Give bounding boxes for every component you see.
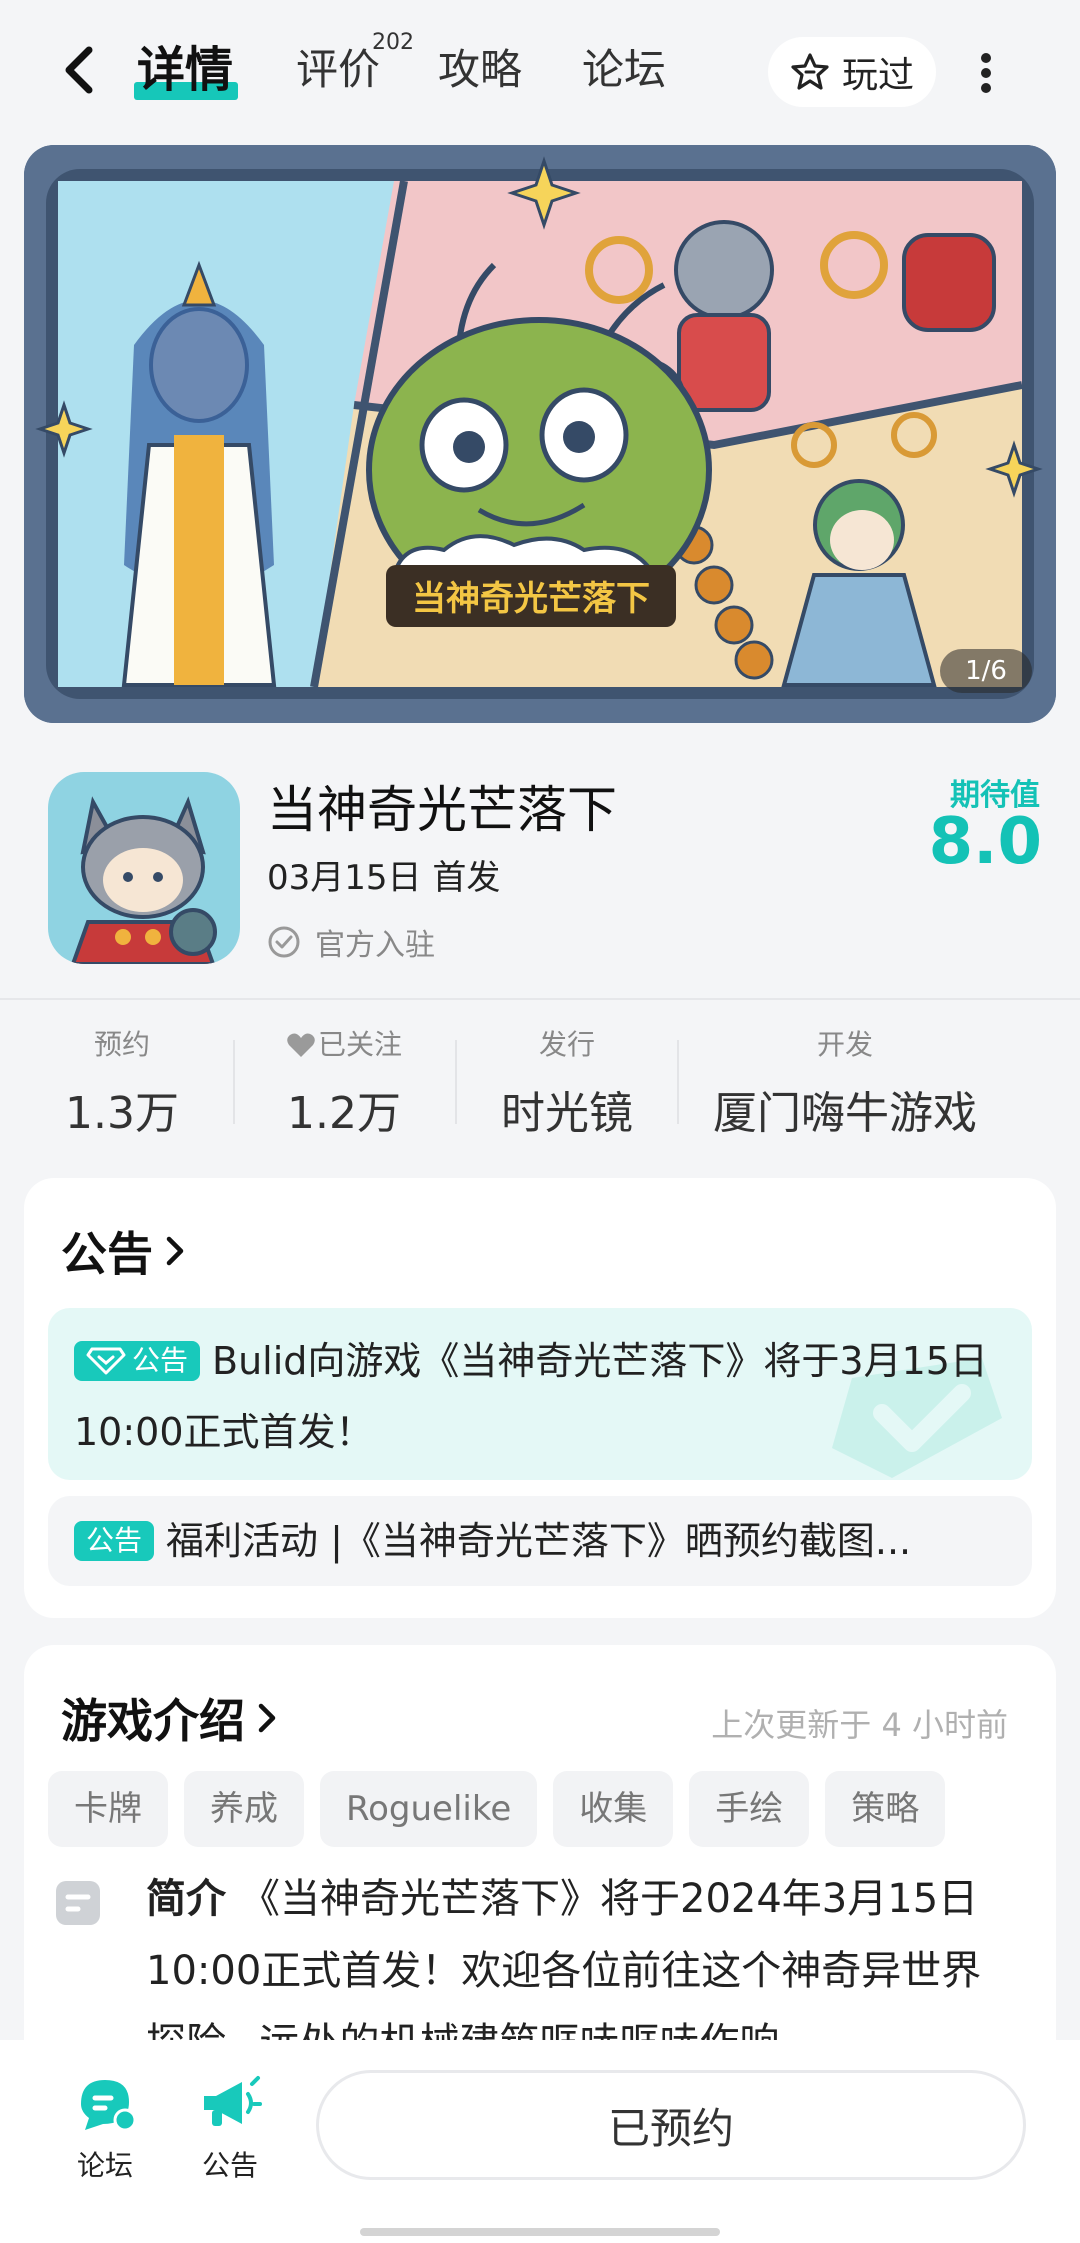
release-date: 03月15日 首发 bbox=[267, 858, 501, 898]
chevron-left-icon bbox=[65, 46, 93, 94]
game-intro-title: 游戏介绍 bbox=[61, 1694, 245, 1748]
game-icon-artwork bbox=[48, 772, 240, 964]
check-circle-icon bbox=[268, 926, 300, 958]
stat-label: 预约 bbox=[93, 1028, 150, 1061]
announcement-badge: 公告 bbox=[74, 1521, 155, 1561]
played-label: 玩过 bbox=[841, 55, 914, 96]
stat-value: 1.2万 bbox=[287, 1088, 401, 1139]
stat-separator bbox=[455, 1040, 457, 1124]
game-icon bbox=[48, 772, 240, 964]
stat-label: 发行 bbox=[538, 1028, 595, 1061]
diamond-check-icon bbox=[86, 1347, 126, 1375]
bottom-notice-button[interactable]: 公告 bbox=[180, 2074, 280, 2184]
stat-followers[interactable]: 已关注 1.2万 bbox=[270, 1025, 418, 1141]
stat-separator bbox=[233, 1040, 235, 1124]
bottom-forum-button[interactable]: 论坛 bbox=[55, 2074, 155, 2184]
banner-logo-text: 当神奇光芒落下 bbox=[412, 579, 650, 619]
played-button[interactable]: 玩过 bbox=[768, 37, 936, 107]
expectation-score: 8.0 bbox=[928, 805, 1042, 879]
home-indicator bbox=[360, 2228, 720, 2236]
stat-publisher[interactable]: 发行 时光镜 bbox=[487, 1025, 647, 1141]
announcement-item-featured[interactable]: 公告 Bulid向游戏《当神奇光芒落下》将于3月15日10:00正式首发！ bbox=[48, 1308, 1032, 1480]
bottom-action-bar: 论坛 公告 已预约 bbox=[0, 2040, 1080, 2243]
more-options-button[interactable] bbox=[972, 48, 1000, 98]
back-button[interactable] bbox=[55, 40, 105, 100]
top-navigation: 详情 评价 202 攻略 论坛 玩过 bbox=[0, 0, 1080, 140]
official-label: 官方入驻 bbox=[315, 928, 435, 963]
description-label: 简介 bbox=[146, 1876, 226, 1922]
stat-developer[interactable]: 开发 厦门嗨牛游戏 bbox=[695, 1025, 995, 1141]
game-intro-header[interactable]: 游戏介绍 bbox=[61, 1685, 279, 1751]
tab-guides[interactable]: 攻略 bbox=[438, 38, 522, 102]
reviews-count-badge: 202 bbox=[372, 30, 414, 55]
stat-reservations: 预约 1.3万 bbox=[50, 1025, 194, 1141]
stat-value: 时光镜 bbox=[501, 1088, 633, 1139]
tab-forum[interactable]: 论坛 bbox=[582, 38, 666, 102]
announcements-header[interactable]: 公告 bbox=[61, 1218, 187, 1284]
announcements-card: 公告 公告 Bulid向游戏《当神奇光芒落下》将于3月15日10:00正式首发！ … bbox=[24, 1178, 1056, 1618]
stat-label: 开发 bbox=[816, 1028, 873, 1061]
banner-carousel[interactable]: 当神奇光芒落下 1/6 bbox=[24, 145, 1056, 723]
stat-separator bbox=[677, 1040, 679, 1124]
stat-value: 厦门嗨牛游戏 bbox=[713, 1088, 977, 1139]
chevron-right-icon bbox=[166, 1236, 184, 1266]
carousel-page-indicator: 1/6 bbox=[940, 649, 1032, 693]
tab-reviews[interactable]: 评价 bbox=[296, 38, 380, 102]
announcement-item[interactable]: 公告 福利活动 |《当神奇光芒落下》晒预约截图... bbox=[48, 1496, 1032, 1586]
megaphone-icon bbox=[204, 2076, 262, 2126]
announcement-text: Bulid向游戏《当神奇光芒落下》将于3月15日10:00正式首发！ bbox=[74, 1339, 988, 1454]
tag-item[interactable]: 策略 bbox=[825, 1771, 946, 1847]
tag-item[interactable]: 养成 bbox=[184, 1771, 304, 1847]
chevron-right-icon bbox=[258, 1703, 276, 1733]
description-text: 《当神奇光芒落下》将于2024年3月15日10:00正式首发！欢迎各位前往这个神… bbox=[146, 1876, 982, 2066]
document-icon bbox=[56, 1881, 100, 1925]
tag-item[interactable]: 卡牌 bbox=[48, 1771, 168, 1847]
banner-artwork: 当神奇光芒落下 bbox=[24, 145, 1056, 723]
game-title: 当神奇光芒落下 bbox=[267, 781, 617, 839]
tag-item[interactable]: Roguelike bbox=[320, 1771, 538, 1847]
notice-label: 公告 bbox=[201, 2149, 258, 2182]
heart-icon bbox=[287, 1033, 315, 1057]
chat-bubble-icon bbox=[81, 2080, 137, 2132]
tag-item[interactable]: 收集 bbox=[553, 1771, 674, 1847]
tag-list: 卡牌 养成 Roguelike 收集 手绘 策略 bbox=[48, 1771, 946, 1847]
official-verified: 官方入驻 bbox=[267, 920, 435, 964]
star-icon bbox=[791, 53, 829, 90]
last-updated: 上次更新于 4 小时前 bbox=[711, 1706, 1008, 1744]
stat-value: 1.3万 bbox=[65, 1088, 179, 1139]
reserved-button[interactable]: 已预约 bbox=[316, 2070, 1026, 2180]
announcements-title: 公告 bbox=[61, 1227, 153, 1281]
divider bbox=[0, 998, 1080, 1000]
more-vertical-icon bbox=[981, 53, 991, 93]
stat-label: 已关注 bbox=[317, 1028, 402, 1061]
forum-label: 论坛 bbox=[76, 2149, 133, 2182]
announcement-badge: 公告 bbox=[74, 1341, 201, 1381]
tag-item[interactable]: 手绘 bbox=[689, 1771, 810, 1847]
announcement-text: 福利活动 |《当神奇光芒落下》晒预约截图... bbox=[166, 1519, 912, 1563]
tab-details[interactable]: 详情 bbox=[137, 38, 233, 102]
